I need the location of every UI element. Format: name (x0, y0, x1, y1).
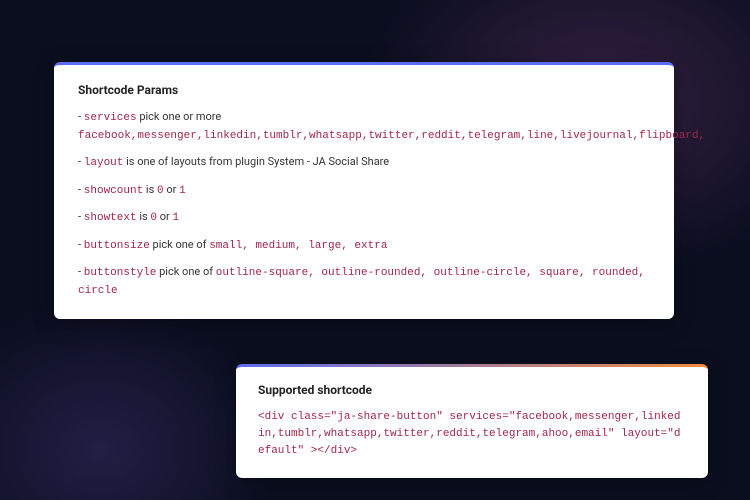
shortcode-params-card: Shortcode Params - services pick one or … (54, 62, 674, 319)
param-buttonsize: - buttonsize pick one of small, medium, … (78, 237, 650, 255)
param-layout: - layout is one of layouts from plugin S… (78, 154, 650, 172)
param-buttonstyle: - buttonstyle pick one of outline-square… (78, 264, 650, 299)
supported-shortcode-code: <div class="ja-share-button" services="f… (258, 409, 686, 460)
param-services: - services pick one or more facebook,mes… (78, 109, 650, 144)
param-showcount: - showcount is 0 or 1 (78, 182, 650, 200)
shortcode-params-heading: Shortcode Params (78, 83, 650, 97)
param-showtext: - showtext is 0 or 1 (78, 209, 650, 227)
supported-shortcode-heading: Supported shortcode (258, 383, 686, 397)
supported-shortcode-card: Supported shortcode <div class="ja-share… (236, 364, 708, 478)
